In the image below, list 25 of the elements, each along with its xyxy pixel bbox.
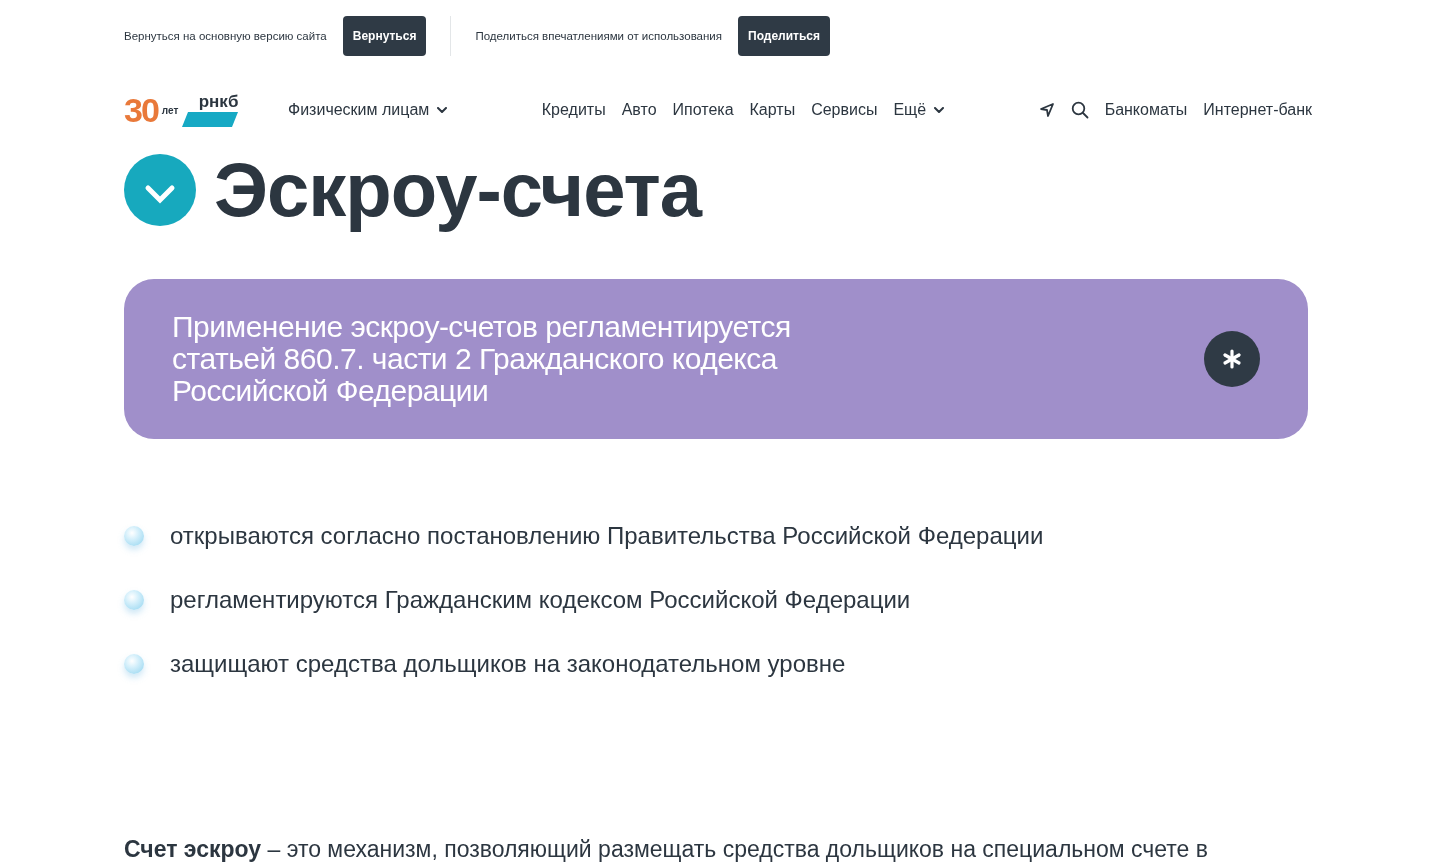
banner-text: Поделиться впечатлениями от использования [475,30,722,42]
intro-paragraph: Счет эскроу – это механизм, позволяющий размещать средства дольщиков на специальном счете в [124,835,1209,863]
bullet-icon [124,525,144,546]
bullet-text: открываются согласно постановлению Правительства Российской Федерации [170,521,1044,551]
nav-link[interactable]: Карты [749,101,796,119]
bullet-icon [124,589,144,610]
nav-link[interactable]: Кредиты [541,101,606,119]
segment-menu[interactable]: Физическим лицам [288,101,448,119]
banner-button[interactable]: Поделиться [738,16,831,56]
banner-button[interactable]: Вернуться [342,16,427,56]
search-icon[interactable] [1070,101,1089,119]
bullet-icon [124,653,144,674]
bullet-text: регламентируются Гражданским кодексом Российской Федерации [170,585,911,615]
nav-link[interactable]: Авто [621,101,657,119]
nav-link[interactable]: Интернет-банк [1203,101,1312,119]
nav-link[interactable]: Сервисы [811,101,878,119]
bullet-text: защищают средства дольщиков на законодательном уровне [170,649,846,679]
callout-text: Применение эскроу-счетов регламентируется статьей 860.7. части 2 Гражданского кодекса Российской Федерации [172,311,792,407]
nav-dropdown[interactable]: Ещё [893,101,945,119]
nav-link[interactable]: Ипотека [672,101,734,119]
nav-link[interactable]: Банкоматы [1104,101,1188,119]
asterisk-icon [1221,348,1243,370]
asterisk-button[interactable] [1204,331,1260,387]
location-arrow-icon[interactable] [1038,102,1055,118]
banner-text: Вернуться на основную версию сайта [124,30,327,42]
